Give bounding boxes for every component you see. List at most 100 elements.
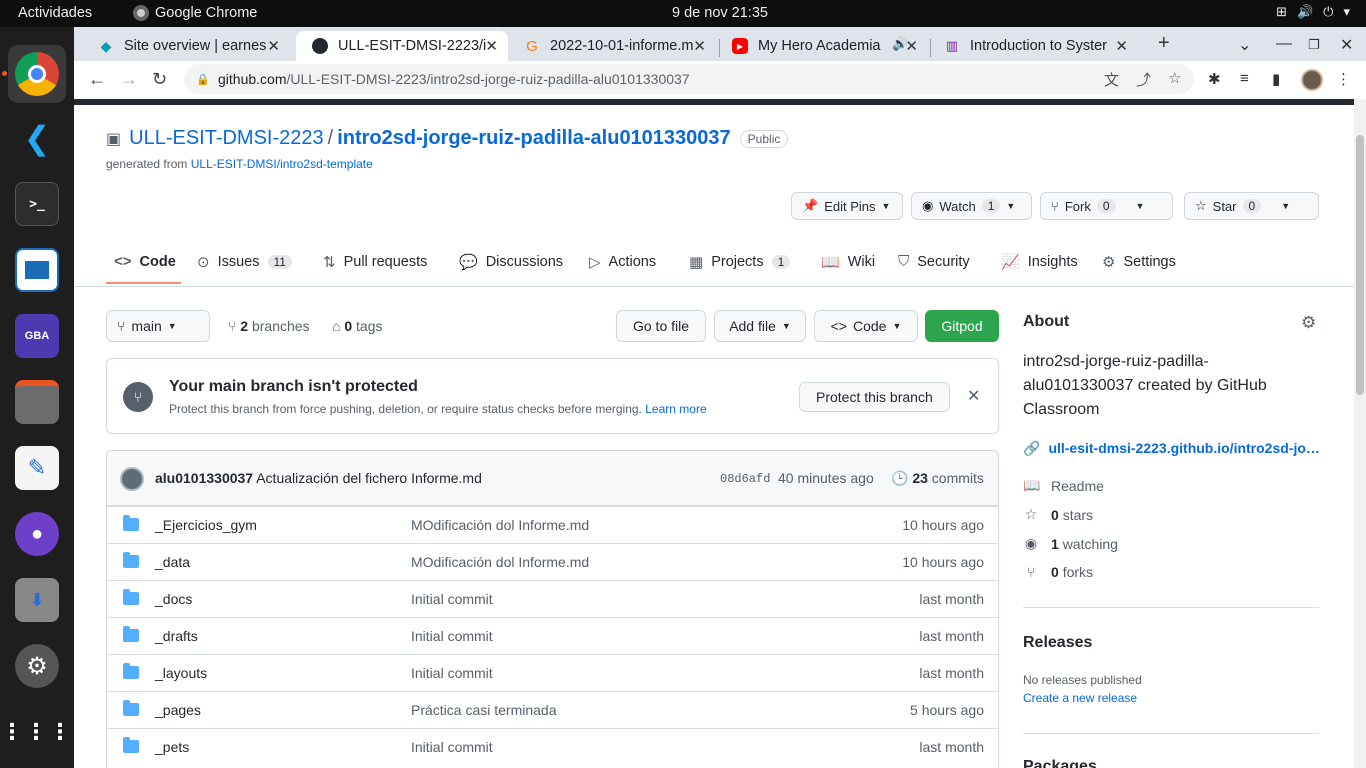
media-controls-icon[interactable]: ≡ [1240,70,1249,87]
tab-projects[interactable]: ▦ Projects 1 [689,253,791,271]
close-icon[interactable]: ✕ [693,37,706,55]
file-name[interactable]: _docs [155,591,192,607]
homepage-link[interactable]: 🔗 ull-esit-dmsi-2223.github.io/intro2sd-… [1023,440,1323,457]
stars-link[interactable]: ☆ 0 stars [1023,506,1093,523]
close-icon[interactable]: ✕ [485,37,498,55]
file-name[interactable]: _pets [155,739,189,755]
branch-select[interactable]: ⑂ main ▼ [106,310,210,342]
tab-discussions[interactable]: 💬 Discussions [459,253,563,271]
dock-text-editor[interactable]: ✎ [8,439,66,497]
commits-link[interactable]: 🕒 23 commits [891,470,984,487]
maximize-button[interactable]: ❐ [1308,37,1320,53]
tab-actions[interactable]: ▷ Actions [589,253,656,271]
dock-files[interactable] [8,373,66,431]
readme-link[interactable]: 📖 Readme [1023,477,1104,494]
fork-button[interactable]: ⑂ Fork 0 ▼ [1040,192,1173,220]
table-row[interactable]: _drafts Initial commit last month [107,617,998,654]
clock[interactable]: 9 de nov 21:35 [0,5,1366,21]
file-commit-message[interactable]: Práctica casi terminada [411,702,557,718]
repo-name-link[interactable]: intro2sd-jorge-ruiz-padilla-alu010133003… [337,127,730,150]
file-name[interactable]: _Ejercicios_gym [155,517,257,533]
edit-pins-button[interactable]: 📌 Edit Pins ▼ [791,192,903,220]
translate-icon[interactable]: 文 [1104,69,1119,90]
tab-site-overview[interactable]: ◆ Site overview | earnes ✕ [82,31,290,61]
close-icon[interactable]: ✕ [267,37,280,55]
star-button[interactable]: ☆ Star 0 ▼ [1184,192,1319,220]
code-dropdown-button[interactable]: <> Code ▼ [814,310,918,342]
tab-code[interactable]: <> Code [114,253,176,270]
caret-down-icon[interactable]: ▼ [1281,201,1290,211]
new-tab-button[interactable]: + [1158,32,1170,55]
watch-button[interactable]: ◉ Watch 1 ▼ [911,192,1032,220]
caret-down-icon[interactable]: ▼ [1136,201,1145,211]
file-commit-message[interactable]: MOdificación dol Informe.md [411,554,589,570]
tab-informe[interactable]: G 2022-10-01-informe.m ✕ [508,31,716,61]
commit-message[interactable]: Actualización del fichero Informe.md [256,470,482,486]
gear-icon[interactable]: ⚙ [1301,313,1316,333]
tags-link[interactable]: ⌂ 0 tags [332,318,383,334]
tab-security[interactable]: ⛉ Security [898,253,970,270]
dock-terminal[interactable]: >_ [8,175,66,233]
side-panel-icon[interactable]: ▮ [1272,70,1280,88]
close-window-button[interactable]: ✕ [1340,35,1353,55]
table-row[interactable]: _data MOdificación dol Informe.md 10 hou… [107,543,998,580]
dock-usb-creator[interactable]: ⬇ [8,571,66,629]
template-link[interactable]: ULL-ESIT-DMSI/intro2sd-template [191,157,373,171]
table-row[interactable]: _docs Initial commit last month [107,580,998,617]
file-commit-message[interactable]: MOdificación dol Informe.md [411,517,589,533]
close-icon[interactable]: ✕ [967,386,980,406]
create-release-link[interactable]: Create a new release [1023,691,1137,705]
commit-author[interactable]: alu0101330037 [155,470,253,486]
dock-settings[interactable]: ⚙ [8,637,66,695]
file-name[interactable]: _data [155,554,190,570]
tab-github-repo[interactable]: ULL-ESIT-DMSI-2223/i ✕ [296,31,508,61]
file-name[interactable]: _layouts [155,665,207,681]
packages-heading[interactable]: Packages [1023,758,1097,768]
close-icon[interactable]: ✕ [905,37,918,55]
dock-emulator[interactable]: GBA [8,307,66,365]
tab-youtube[interactable]: ▶ My Hero Academia 🔊 ✕ [716,31,928,61]
profile-avatar[interactable] [1301,69,1323,91]
tab-introduction[interactable]: ▥ Introduction to Syster ✕ [928,31,1138,61]
back-arrow-icon[interactable]: ← [88,69,106,90]
releases-heading[interactable]: Releases [1023,634,1092,652]
learn-more-link[interactable]: Learn more [645,402,706,416]
tab-search-chevron-icon[interactable]: ⌄ [1238,35,1251,55]
file-name[interactable]: _pages [155,702,201,718]
file-commit-message[interactable]: Initial commit [411,739,493,755]
dock-github-desktop[interactable]: ● [8,505,66,563]
watching-link[interactable]: ◉ 1 watching [1023,535,1118,552]
reload-icon[interactable]: ↻ [152,69,167,90]
tab-settings[interactable]: ⚙ Settings [1102,253,1176,271]
table-row[interactable]: _pets Initial commit last month [107,728,998,765]
go-to-file-button[interactable]: Go to file [616,310,706,342]
share-icon[interactable]: ⤴ [1136,69,1151,90]
avatar[interactable] [120,467,144,491]
protect-branch-button[interactable]: Protect this branch [799,382,950,412]
tab-issues[interactable]: ⊙ Issues 11 [197,253,292,271]
dock-vscode[interactable]: ❮ [8,109,66,167]
file-commit-message[interactable]: Initial commit [411,628,493,644]
close-icon[interactable]: ✕ [1115,37,1128,55]
page-scrollbar[interactable] [1354,99,1366,768]
dock-chrome[interactable] [8,45,66,103]
system-tray[interactable]: ⊞ 🔊 ⏻ ▾ [1276,4,1350,20]
gitpod-button[interactable]: Gitpod [925,310,999,342]
commit-sha[interactable]: 08d6afd [720,472,770,486]
dock-libreoffice-impress[interactable] [8,241,66,299]
kebab-menu-icon[interactable]: ⋮ [1336,70,1351,88]
forward-arrow-icon[interactable]: → [120,69,138,90]
show-applications-button[interactable]: ⋮⋮⋮ [1,703,71,761]
table-row[interactable]: _Ejercicios_gym MOdificación dol Informe… [107,506,998,543]
file-commit-message[interactable]: Initial commit [411,665,493,681]
table-row[interactable]: _pages Práctica casi terminada 5 hours a… [107,691,998,728]
tab-insights[interactable]: 📈 Insights [1001,253,1078,271]
branches-link[interactable]: ⑂ 2 branches [228,318,310,334]
file-name[interactable]: _drafts [155,628,198,644]
minimize-button[interactable]: — [1276,35,1292,53]
table-row[interactable]: _layouts Initial commit last month [107,654,998,691]
tab-pull-requests[interactable]: ⇅ Pull requests [323,253,427,271]
scrollbar-thumb[interactable] [1356,135,1364,395]
address-bar[interactable]: 🔒 github.com/ULL-ESIT-DMSI-2223/intro2sd… [184,64,1194,94]
add-file-button[interactable]: Add file ▼ [714,310,806,342]
